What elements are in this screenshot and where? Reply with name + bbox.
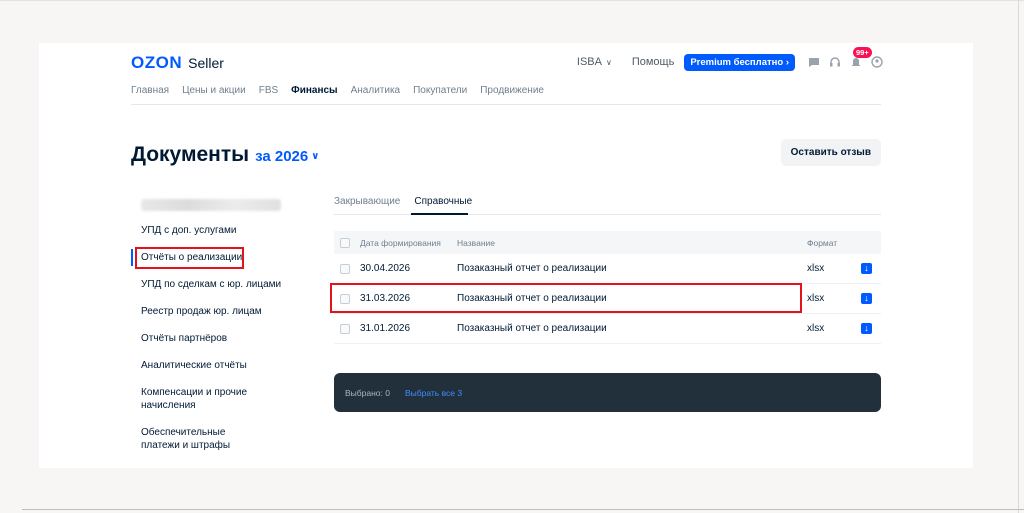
help-link[interactable]: Помощь — [632, 56, 675, 68]
sidebar-item-upd-legal[interactable]: УПД по сделкам с юр. лицами — [131, 278, 301, 291]
sidebar-item-analytic-reports[interactable]: Аналитические отчёты — [131, 359, 301, 372]
row-format: xlsx — [807, 293, 825, 304]
sidebar-item-sales-registry[interactable]: Реестр продаж юр. лицам — [131, 305, 301, 318]
tab-reference[interactable]: Справочные — [414, 196, 472, 207]
row-name: Позаказный отчет о реализации — [457, 263, 607, 274]
selection-bar: Выбрано: 0 Выбрать все 3 — [334, 373, 881, 412]
premium-button[interactable]: Premium бесплатно › — [684, 53, 795, 71]
download-icon[interactable]: ↓ — [861, 263, 872, 274]
nav-customers[interactable]: Покупатели — [413, 85, 467, 96]
logo-product: Seller — [188, 55, 224, 71]
leave-review-button[interactable]: Оставить отзыв — [780, 139, 881, 166]
page-title-text: Документы — [131, 143, 250, 166]
highlight-box-sidebar — [135, 247, 244, 269]
header-format: Формат — [807, 237, 838, 248]
sidebar-item-compensations[interactable]: Компенсации и прочие начисления — [131, 386, 251, 412]
chat-icon[interactable] — [807, 56, 820, 69]
row-checkbox[interactable] — [340, 263, 350, 274]
download-icon[interactable]: ↓ — [861, 323, 872, 334]
company-name: ISBA — [576, 56, 602, 68]
notification-badge: 99+ — [853, 46, 872, 58]
tab-closing[interactable]: Закрывающие — [334, 196, 400, 207]
highlight-box-row — [330, 283, 802, 313]
year-selector[interactable]: за 2026 ∨ — [255, 148, 319, 165]
headset-icon[interactable] — [828, 56, 841, 69]
row-date: 30.04.2026 — [360, 263, 411, 274]
active-tab-indicator — [411, 213, 468, 215]
bell-icon[interactable]: 99+ — [849, 46, 872, 69]
sidebar-item-upd-services[interactable]: УПД с доп. услугами — [131, 224, 301, 237]
header-date: Дата формирования — [360, 237, 441, 248]
sidebar-item-partner-reports[interactable]: Отчёты партнёров — [131, 332, 301, 345]
nav-finance[interactable]: Финансы — [291, 85, 337, 96]
select-all-checkbox[interactable] — [340, 237, 350, 248]
row-format: xlsx — [807, 323, 825, 334]
header-name: Название — [457, 237, 495, 248]
company-selector[interactable]: ISBA ∨ — [577, 56, 612, 68]
chevron-down-icon: ∨ — [311, 151, 320, 162]
blurred-legal-entity-name — [141, 199, 281, 211]
download-icon[interactable]: ↓ — [861, 293, 872, 304]
premium-label: Premium бесплатно — [690, 56, 784, 68]
row-checkbox[interactable] — [340, 323, 350, 334]
chevron-down-icon: ∨ — [605, 57, 612, 67]
documents-sidebar: УПД с доп. услугами Отчёты о реализации … — [131, 195, 301, 452]
profile-icon[interactable] — [870, 56, 883, 69]
nav-promotion[interactable]: Продвижение — [480, 85, 544, 96]
nav-analytics[interactable]: Аналитика — [351, 85, 401, 96]
main-nav: Главная Цены и акции FBS Финансы Аналити… — [131, 85, 544, 96]
nav-home[interactable]: Главная — [131, 85, 169, 96]
row-date: 31.01.2026 — [360, 323, 411, 334]
nav-fbs[interactable]: FBS — [259, 85, 278, 96]
selected-count: Выбрано: 0 — [345, 387, 390, 398]
sidebar-item-deposits[interactable]: Обеспечительные платежи и штрафы — [131, 426, 261, 452]
row-name: Позаказный отчет о реализации — [457, 323, 607, 334]
ozon-seller-logo[interactable]: OZON Seller — [131, 53, 224, 73]
page-title: Документы за 2026 ∨ — [131, 143, 319, 167]
table-row[interactable]: 31.01.2026 Позаказный отчет о реализации… — [334, 314, 881, 344]
page-container: OZON Seller ISBA ∨ Помощь Premium беспла… — [39, 43, 973, 468]
logo-brand: OZON — [131, 53, 183, 72]
nav-prices[interactable]: Цены и акции — [182, 85, 246, 96]
row-format: xlsx — [807, 263, 825, 274]
select-all-link[interactable]: Выбрать все 3 — [405, 388, 462, 398]
table-header: Дата формирования Название Формат — [334, 231, 881, 254]
header-right: ISBA ∨ Помощь Premium бесплатно › 99+ — [577, 46, 883, 71]
doc-tabs: Закрывающие Справочные — [334, 196, 472, 207]
table-row[interactable]: 30.04.2026 Позаказный отчет о реализации… — [334, 254, 881, 284]
year-label: за 2026 — [255, 148, 309, 165]
nav-divider — [131, 104, 881, 105]
